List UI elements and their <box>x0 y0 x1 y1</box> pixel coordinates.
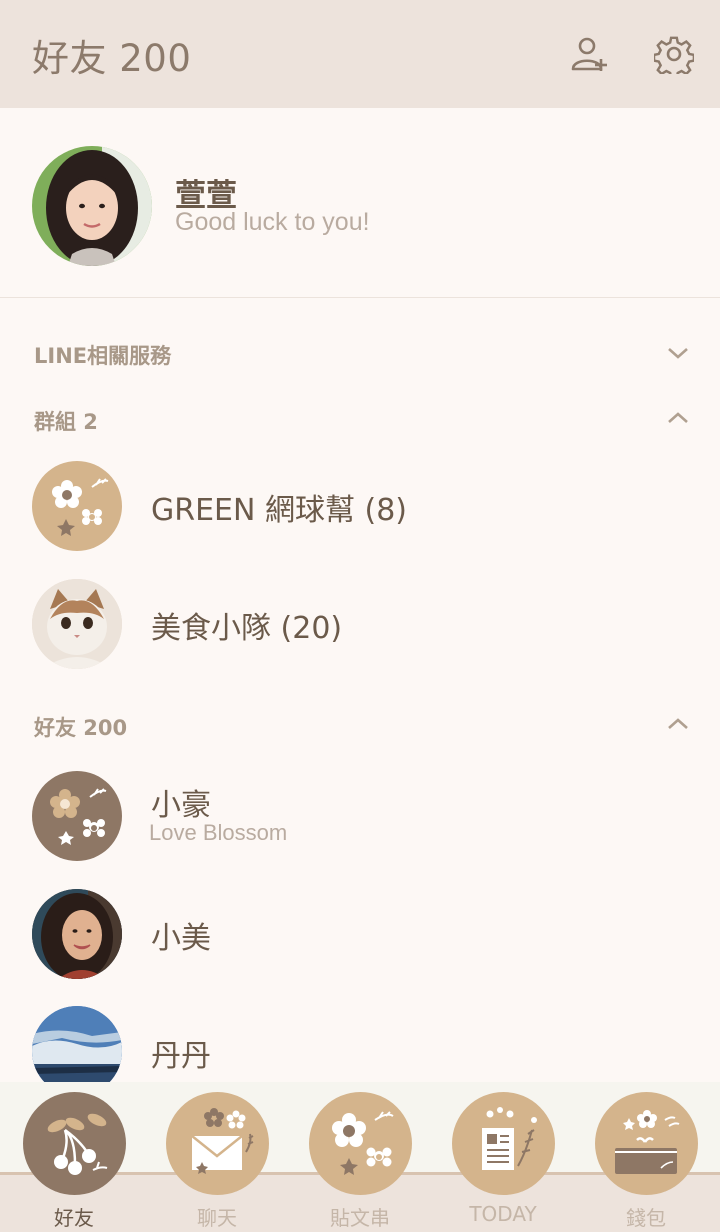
friend-name: 小美 <box>151 921 211 956</box>
cherries-icon <box>23 1092 126 1195</box>
section-line-services[interactable]: LINE相關服務 <box>34 340 171 370</box>
tab-timeline[interactable]: 貼文串 <box>288 1082 432 1232</box>
gear-icon[interactable] <box>654 34 694 74</box>
add-friend-icon[interactable] <box>570 34 610 74</box>
tab-label: TODAY <box>469 1202 537 1226</box>
profile-status-message: Good luck to you! <box>175 208 370 236</box>
my-profile[interactable]: 萱萱 Good luck to you! <box>0 108 720 298</box>
group-avatar-cat <box>32 579 122 669</box>
section-groups[interactable]: 群組 2 <box>34 406 98 436</box>
group-avatar-flowers <box>32 461 122 551</box>
friend-name: 小豪 <box>151 788 211 823</box>
newspaper-icon <box>452 1092 555 1195</box>
wallet-icon <box>595 1092 698 1195</box>
tab-wallet[interactable]: 錢包 <box>574 1082 718 1232</box>
friend-avatar-photo <box>32 889 122 979</box>
chevron-down-icon[interactable] <box>666 345 690 361</box>
tab-label: 錢包 <box>626 1206 666 1230</box>
tab-label: 聊天 <box>197 1206 237 1230</box>
profile-avatar[interactable] <box>32 146 152 266</box>
page-title: 好友 200 <box>32 37 192 80</box>
friend-name: 丹丹 <box>151 1039 211 1074</box>
tab-chats[interactable]: 聊天 <box>145 1082 289 1232</box>
top-header: 好友 200 <box>0 0 720 108</box>
tab-label: 貼文串 <box>330 1206 390 1230</box>
section-friends[interactable]: 好友 200 <box>34 712 127 742</box>
group-name: GREEN 網球幫 (8) <box>151 493 408 528</box>
tab-today[interactable]: TODAY <box>431 1082 575 1232</box>
friend-status-message: Love Blossom <box>149 820 288 845</box>
flower-icon <box>309 1092 412 1195</box>
tab-label: 好友 <box>54 1206 94 1230</box>
tab-friends[interactable]: 好友 <box>2 1082 146 1232</box>
chevron-up-icon[interactable] <box>666 410 690 426</box>
group-name: 美食小隊 (20) <box>151 611 343 646</box>
envelope-icon <box>166 1092 269 1195</box>
friend-avatar-flowers <box>32 771 122 861</box>
bottom-tab-bar: 好友 聊天 貼文串 TODAY 錢包 <box>0 1082 720 1232</box>
chevron-up-icon[interactable] <box>666 716 690 732</box>
